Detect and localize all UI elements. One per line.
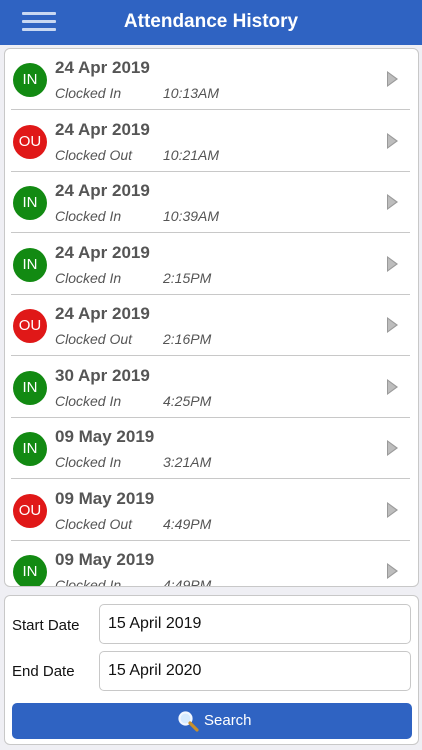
record-time: 2:15PM: [163, 269, 212, 286]
disclosure-arrow-icon: [387, 132, 398, 149]
attendance-row[interactable]: IN 24 Apr 2019 Clocked In 10:13AM: [5, 49, 418, 110]
record-status: Clocked In: [55, 577, 122, 587]
record-status: Clocked In: [55, 208, 122, 224]
search-button[interactable]: Search: [12, 703, 412, 739]
status-badge: IN: [13, 432, 47, 466]
record-status: Clocked Out: [55, 331, 133, 347]
end-date-input[interactable]: [99, 651, 411, 691]
record-status: Clocked Out: [55, 515, 133, 532]
record-date: 09 May 2019: [55, 427, 155, 446]
status-badge: IN: [13, 186, 47, 220]
disclosure-arrow-icon: [387, 317, 398, 333]
attendance-row[interactable]: IN 09 May 2019 Clocked In 4:49PM: [5, 541, 418, 587]
attendance-row[interactable]: OU 24 Apr 2019 Clocked Out 2:16PM: [5, 295, 418, 356]
end-date-label: End Date: [12, 663, 75, 680]
record-time: 10:39AM: [163, 208, 220, 224]
record-time: 10:13AM: [163, 85, 220, 101]
status-badge: IN: [13, 63, 47, 97]
record-date: 24 Apr 2019: [55, 242, 150, 262]
attendance-row[interactable]: IN 30 Apr 2019 Clocked In 4:25PM: [5, 357, 418, 418]
record-date: 24 Apr 2019: [55, 304, 150, 323]
record-date: 09 May 2019: [55, 550, 155, 569]
page-title: Attendance History: [123, 11, 299, 32]
disclosure-arrow-icon: [387, 194, 398, 210]
start-date-label: Start Date: [12, 617, 80, 634]
attendance-row[interactable]: OU 09 May 2019 Clocked Out 4:49PM: [5, 480, 418, 541]
record-time: 4:49PM: [163, 577, 212, 587]
attendance-list[interactable]: IN 24 Apr 2019 Clocked In 10:13AM OU 24 Apr 2…: [4, 48, 419, 587]
status-badge: OU: [13, 493, 47, 528]
status-badge: IN: [13, 555, 47, 586]
status-badge: IN: [13, 370, 47, 405]
record-time: 10:21AM: [163, 146, 220, 163]
attendance-row[interactable]: IN 24 Apr 2019 Clocked In 2:15PM: [5, 234, 418, 295]
disclosure-arrow-icon: [387, 440, 398, 456]
start-date-input[interactable]: [99, 604, 411, 644]
date-filter-panel: Start Date End Date Search: [4, 595, 419, 745]
record-time: 3:21AM: [163, 454, 212, 470]
record-time: 2:16PM: [163, 331, 212, 347]
record-date: 30 Apr 2019: [55, 365, 150, 385]
search-button-label: Search: [204, 712, 252, 729]
attendance-row[interactable]: IN 24 Apr 2019 Clocked In 10:39AM: [5, 172, 418, 233]
disclosure-arrow-icon: [387, 501, 398, 518]
record-status: Clocked In: [55, 454, 122, 470]
magnifier-icon: [178, 711, 199, 732]
disclosure-arrow-icon: [387, 378, 398, 395]
record-status: Clocked Out: [55, 146, 133, 163]
record-status: Clocked In: [55, 269, 122, 286]
record-date: 24 Apr 2019: [55, 119, 150, 139]
record-time: 4:49PM: [163, 515, 212, 532]
record-date: 24 Apr 2019: [55, 181, 150, 200]
disclosure-arrow-icon: [387, 255, 398, 272]
status-badge: IN: [13, 247, 47, 282]
record-date: 09 May 2019: [55, 488, 155, 508]
record-status: Clocked In: [55, 85, 122, 101]
attendance-row[interactable]: OU 24 Apr 2019 Clocked Out 10:21AM: [5, 111, 418, 172]
status-badge: OU: [13, 309, 47, 343]
disclosure-arrow-icon: [387, 563, 398, 579]
record-date: 24 Apr 2019: [55, 58, 150, 77]
record-status: Clocked In: [55, 392, 122, 409]
status-badge: OU: [13, 124, 47, 159]
attendance-row[interactable]: IN 09 May 2019 Clocked In 3:21AM: [5, 418, 418, 479]
disclosure-arrow-icon: [387, 71, 398, 87]
record-time: 4:25PM: [163, 392, 212, 409]
app-header: Attendance History: [0, 0, 422, 45]
